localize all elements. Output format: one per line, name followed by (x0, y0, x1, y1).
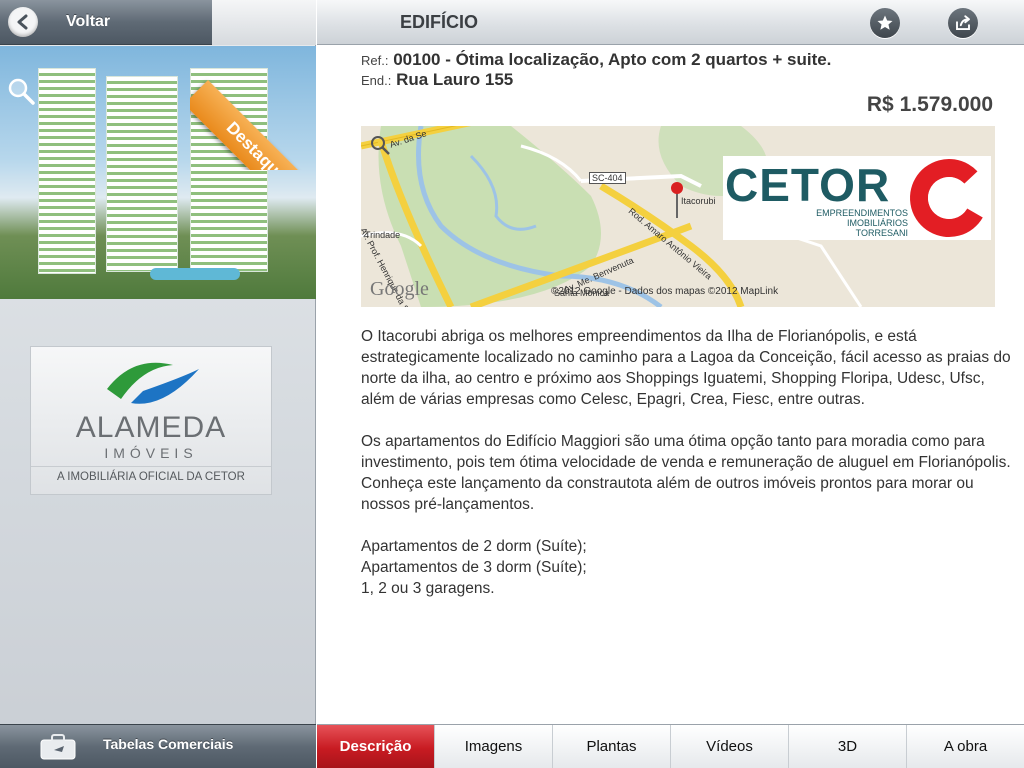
cetor-c-icon (910, 159, 988, 237)
alameda-logo-icon (107, 362, 199, 404)
price: R$ 1.579.000 (866, 93, 993, 116)
tab-bar: Descrição Imagens Plantas Vídeos 3D A ob… (317, 724, 1024, 768)
map-label-sc404: SC-404 (589, 172, 626, 184)
tab-videos[interactable]: Vídeos (670, 725, 788, 768)
top-bar: EDIFÍCIO (317, 0, 1024, 45)
zoom-icon[interactable] (6, 76, 36, 106)
commercial-tables-button[interactable]: Tabelas Comerciais (0, 724, 316, 768)
address-row: End.: Rua Lauro 155 (361, 70, 513, 90)
briefcase-icon (40, 734, 76, 760)
tab-description[interactable]: Descrição (317, 725, 434, 768)
feature-line: Apartamentos de 3 dorm (Suíte); (361, 559, 587, 576)
favorite-button[interactable] (870, 8, 900, 38)
logo-name: ALAMEDA (75, 411, 227, 444)
back-button[interactable]: Voltar (8, 6, 110, 38)
ref-label: Ref.: (361, 53, 389, 68)
featured-badge: Destaque (190, 80, 316, 170)
app-root: Voltar Destaque ALAMEDA IMÓVEIS A IMOBIL… (0, 0, 1024, 768)
description: O Itacorubi abriga os melhores empreendi… (361, 326, 1016, 599)
description-paragraph: Os apartamentos do Edifício Maggiori são… (361, 433, 1011, 513)
cetor-subtitle: EMPREENDIMENTOS IMOBILIÁRIOS TORRESANI (816, 208, 908, 238)
ref-value: 00100 - Ótima localização, Apto com 2 qu… (393, 50, 832, 69)
map-copyright: ©2012 Google - Dados dos mapas ©2012 Map… (551, 286, 779, 297)
commercial-tables-label: Tabelas Comerciais (103, 736, 234, 752)
location-map[interactable]: SC-404 Itacorubi Trindade Av. da Se Av. … (361, 126, 995, 307)
sidebar: Voltar Destaque ALAMEDA IMÓVEIS A IMOBIL… (0, 0, 316, 768)
back-label: Voltar (66, 13, 111, 30)
feature-line: 1, 2 ou 3 garagens. (361, 580, 495, 597)
realtor-logo-card: ALAMEDA IMÓVEIS A IMOBILIÁRIA OFICIAL DA… (30, 346, 272, 495)
google-logo: Google (370, 278, 429, 300)
back-arrow-icon (8, 7, 38, 37)
cetor-logo: CETOR EMPREENDIMENTOS IMOBILIÁRIOS TORRE… (723, 156, 991, 240)
tab-3d[interactable]: 3D (788, 725, 906, 768)
map-label-itacorubi: Itacorubi (681, 196, 716, 206)
tab-construction[interactable]: A obra (906, 725, 1024, 768)
ref-row: Ref.: 00100 - Ótima localização, Apto co… (361, 50, 831, 70)
cetor-name: CETOR (725, 159, 891, 211)
tab-images[interactable]: Imagens (434, 725, 552, 768)
property-details: Ref.: 00100 - Ótima localização, Apto co… (317, 46, 1024, 724)
logo-tagline: A IMOBILIÁRIA OFICIAL DA CETOR (57, 471, 245, 483)
logo-subtitle: IMÓVEIS (104, 445, 198, 461)
tab-floorplans[interactable]: Plantas (552, 725, 670, 768)
featured-building-image[interactable]: Destaque (0, 46, 316, 299)
star-icon (877, 15, 893, 30)
sidebar-header: Voltar (0, 0, 316, 45)
address-value: Rua Lauro 155 (396, 70, 514, 89)
description-paragraph: O Itacorubi abriga os melhores empreendi… (361, 328, 1011, 408)
feature-line: Apartamentos de 2 dorm (Suíte); (361, 538, 587, 555)
share-button[interactable] (948, 8, 978, 38)
address-label: End.: (361, 73, 392, 88)
page-title: EDIFÍCIO (400, 12, 479, 32)
share-icon (956, 15, 970, 30)
